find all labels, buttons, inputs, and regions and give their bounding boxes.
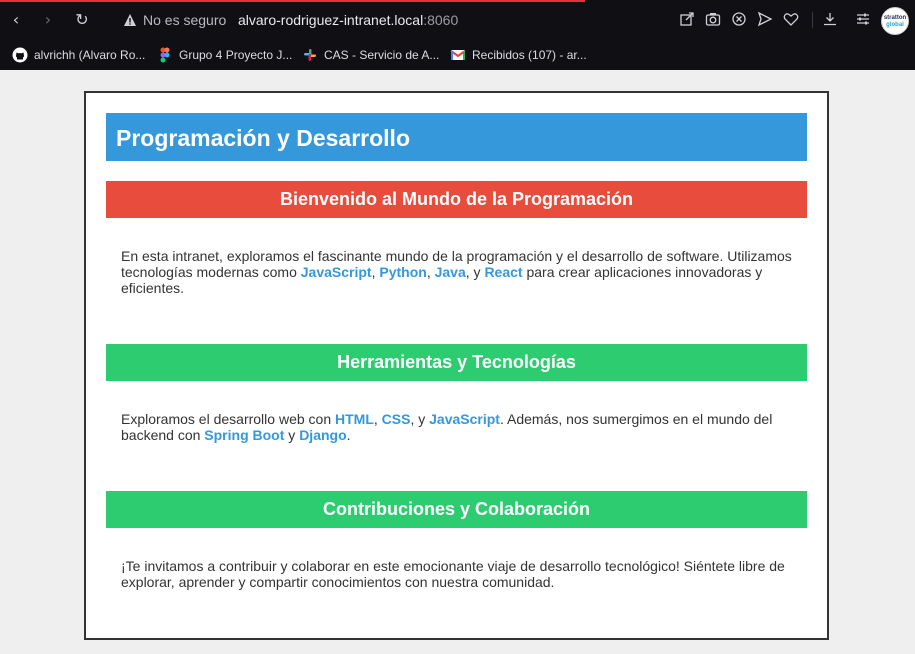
section-heading-contribuciones: Contribuciones y Colaboración <box>106 491 807 528</box>
section-heading-herramientas: Herramientas y Tecnologías <box>106 344 807 381</box>
profile-avatar[interactable]: stratton global <box>881 7 909 35</box>
reload-icon[interactable]: ↻ <box>72 10 92 30</box>
link-html[interactable]: HTML <box>335 411 374 427</box>
url-host: alvaro-rodriguez-intranet.local <box>238 12 424 28</box>
send-icon[interactable] <box>757 11 773 27</box>
insecure-label[interactable]: No es seguro <box>143 12 226 28</box>
link-javascript[interactable]: JavaScript <box>301 264 372 280</box>
bookmark-figma[interactable]: Grupo 4 Proyecto J... <box>157 46 292 63</box>
warning-icon[interactable] <box>123 13 137 27</box>
browser-toolbar: ‹ › ↻ No es seguro alvaro-rodriguez-intr… <box>0 2 915 39</box>
bookmark-label: CAS - Servicio de A... <box>324 47 440 62</box>
download-icon[interactable] <box>822 11 838 27</box>
back-icon[interactable]: ‹ <box>6 10 26 30</box>
bookmark-label: alvrichh (Alvaro Ro... <box>34 47 146 62</box>
bookmark-label: Recibidos (107) - ar... <box>472 47 587 62</box>
content-container: Programación y Desarrollo Bienvenido al … <box>84 91 829 640</box>
slack-icon <box>302 47 318 63</box>
link-java[interactable]: Java <box>435 264 466 280</box>
section-text-herramientas: Exploramos el desarrollo web con HTML, C… <box>121 411 773 443</box>
page-title: Programación y Desarrollo <box>116 125 410 151</box>
link-react[interactable]: React <box>484 264 522 280</box>
block-icon[interactable] <box>731 11 747 27</box>
forward-icon[interactable]: › <box>38 10 58 30</box>
address-bar[interactable]: alvaro-rodriguez-intranet.local:8060 <box>238 12 458 28</box>
link-python[interactable]: Python <box>379 264 426 280</box>
page-header: Programación y Desarrollo <box>106 113 807 161</box>
section-text-bienvenido: En esta intranet, exploramos el fascinan… <box>121 248 792 296</box>
gmail-icon <box>450 47 466 63</box>
bookmark-github[interactable]: alvrichh (Alvaro Ro... <box>12 46 145 63</box>
link-spring-boot[interactable]: Spring Boot <box>204 427 284 443</box>
figma-icon <box>157 47 173 63</box>
bookmark-label: Grupo 4 Proyecto J... <box>179 47 293 62</box>
heart-icon[interactable] <box>783 11 799 27</box>
section-text-contribuciones: ¡Te invitamos a contribuir y colaborar e… <box>121 558 785 590</box>
link-javascript[interactable]: JavaScript <box>429 411 500 427</box>
toolbar-divider <box>812 12 813 28</box>
bookmarks-bar: alvrichh (Alvaro Ro... Grupo 4 Proyecto … <box>0 39 915 70</box>
bookmark-cas[interactable]: CAS - Servicio de A... <box>302 46 439 63</box>
link-django[interactable]: Django <box>299 427 346 443</box>
profile-line1: stratton <box>883 15 907 21</box>
link-css[interactable]: CSS <box>382 411 411 427</box>
camera-icon[interactable] <box>705 11 721 27</box>
url-port: :8060 <box>423 12 459 28</box>
github-icon <box>12 47 28 63</box>
browser-chrome: ‹ › ↻ No es seguro alvaro-rodriguez-intr… <box>0 0 915 70</box>
share-icon[interactable] <box>679 11 695 27</box>
bookmark-gmail[interactable]: Recibidos (107) - ar... <box>450 46 587 63</box>
section-heading-bienvenido: Bienvenido al Mundo de la Programación <box>106 181 807 218</box>
settings-sliders-icon[interactable] <box>855 11 871 27</box>
profile-line2: global <box>886 22 904 28</box>
